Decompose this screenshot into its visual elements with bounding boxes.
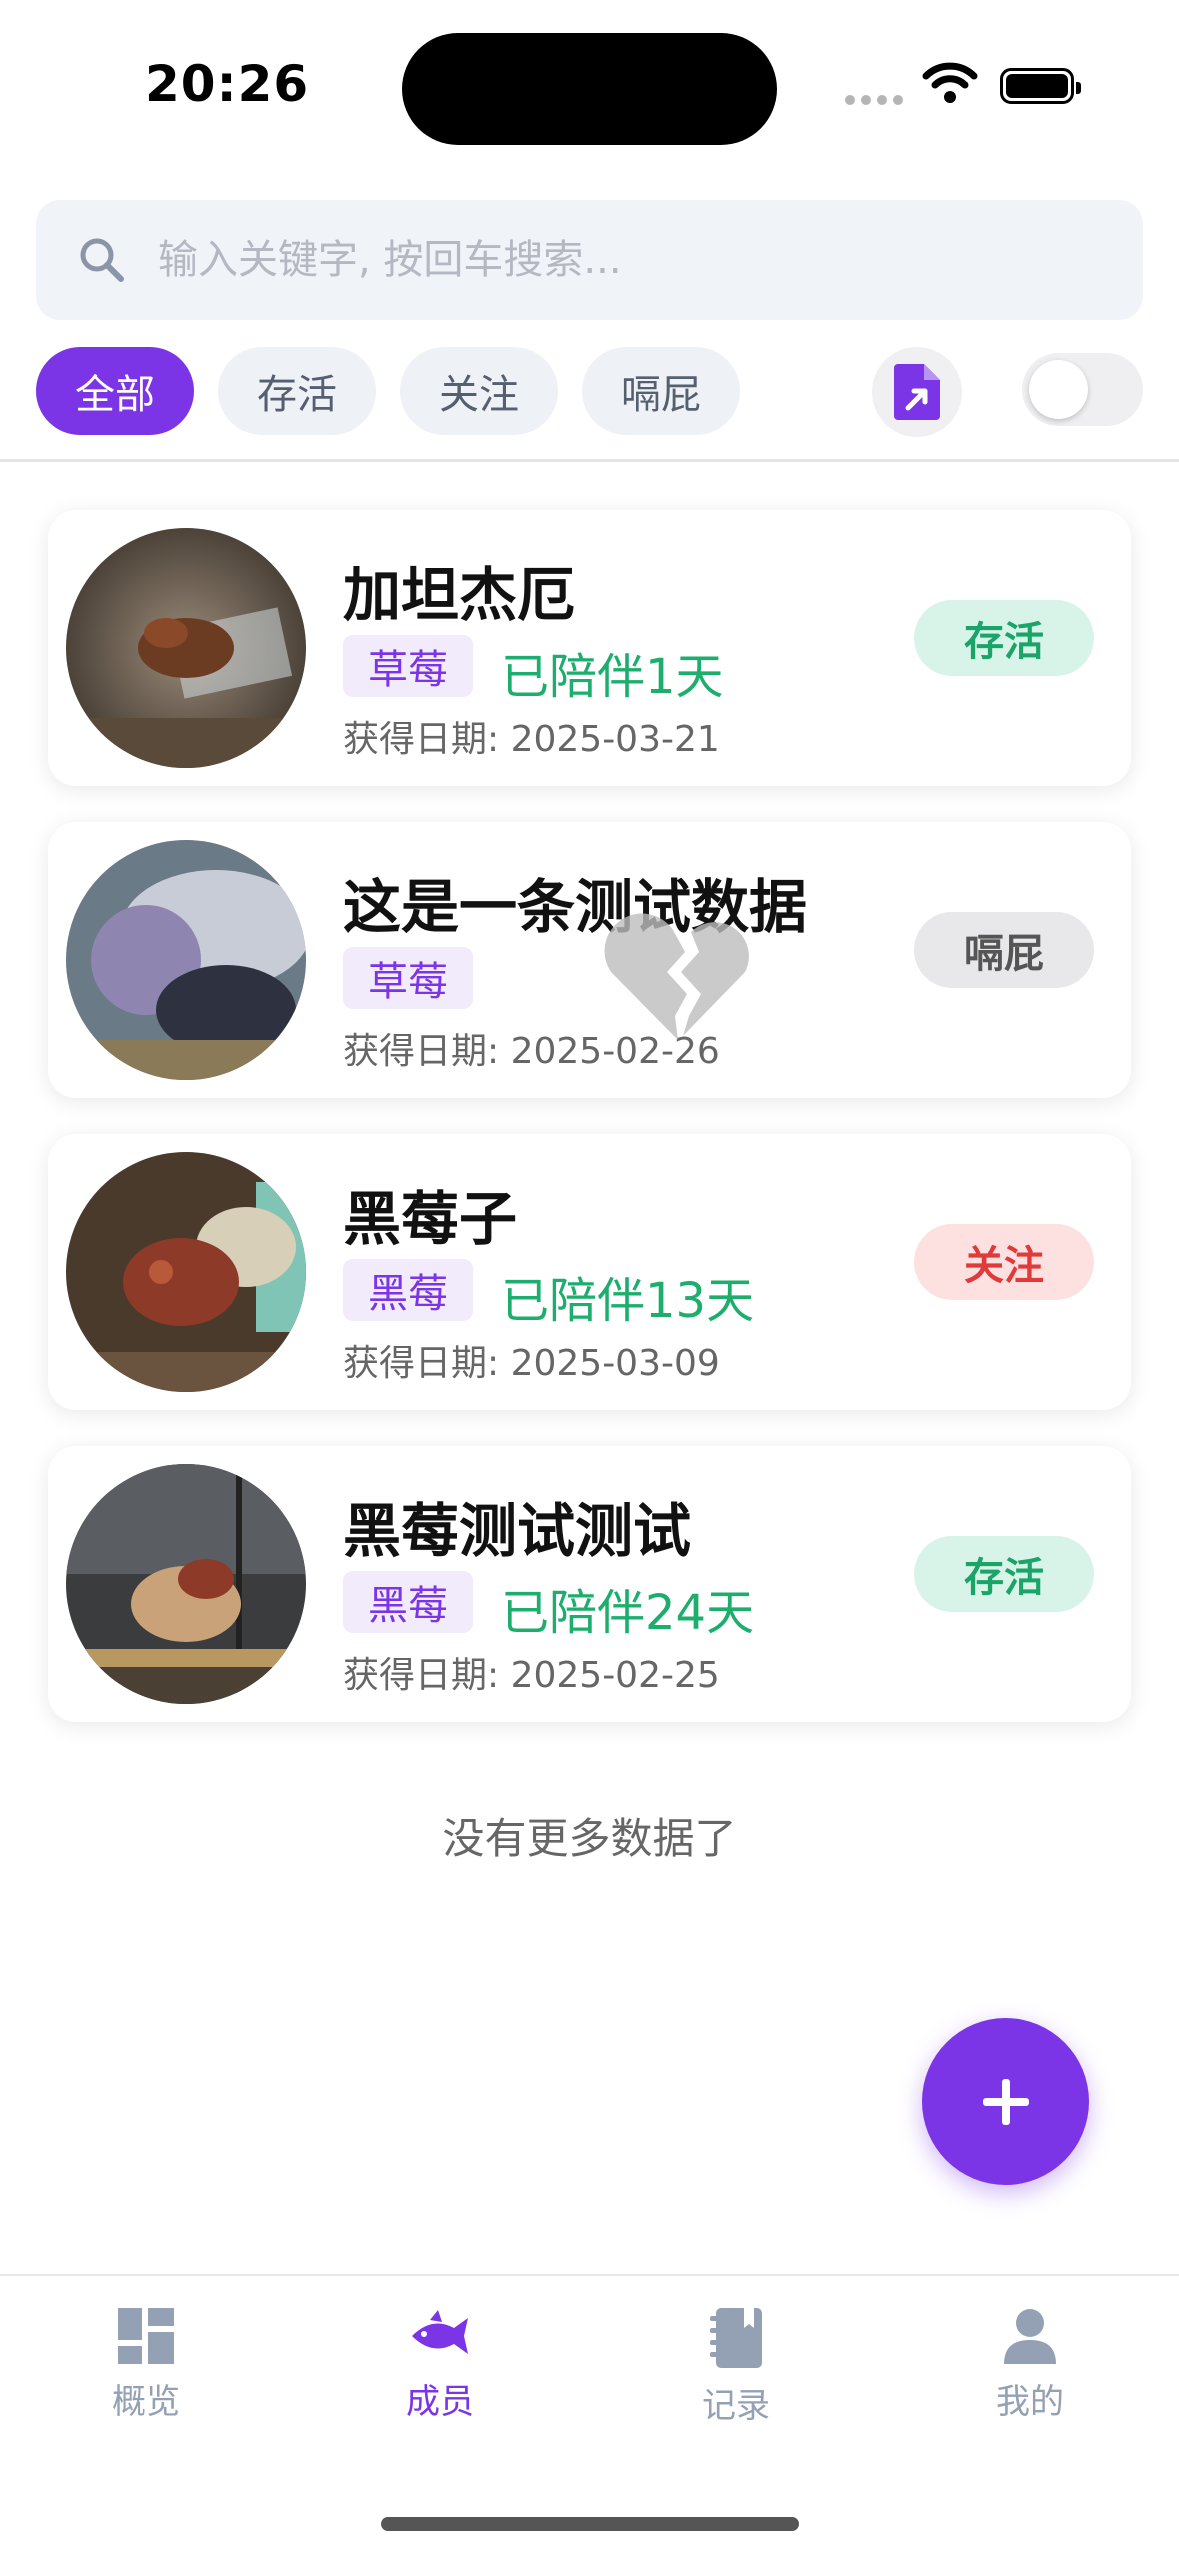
filter-chip-watch[interactable]: 关注: [400, 347, 558, 435]
status-badge: 存活: [914, 600, 1094, 676]
export-file-icon: [894, 364, 940, 420]
member-card[interactable]: 加坦杰厄 草莓 已陪伴1天 获得日期: 2025-03-21 存活: [48, 510, 1131, 786]
species-tag: 黑莓: [343, 1571, 473, 1633]
member-card[interactable]: 黑莓测试测试 黑莓 已陪伴24天 获得日期: 2025-02-25 存活: [48, 1446, 1131, 1722]
tab-label: 概览: [112, 2382, 180, 2422]
search-icon: [80, 238, 124, 282]
days-together: 已陪伴13天: [501, 1273, 755, 1329]
tab-mine[interactable]: 我的: [930, 2308, 1130, 2423]
filter-chip-all[interactable]: 全部: [36, 347, 194, 435]
days-together: 已陪伴1天: [501, 649, 724, 705]
acquired-date: 获得日期: 2025-02-25: [343, 1655, 720, 1696]
search-input[interactable]: [158, 237, 1058, 283]
acquired-date: 获得日期: 2025-03-21: [343, 719, 720, 760]
status-time: 20:26: [145, 55, 310, 113]
member-name: 黑莓测试测试: [343, 1497, 692, 1565]
plus-icon: [982, 2078, 1029, 2125]
bottom-tab-bar: 概览 成员 记录 我的: [0, 2274, 1179, 2556]
person-icon: [1004, 2309, 1056, 2364]
view-toggle-switch[interactable]: [1022, 353, 1143, 426]
tab-label: 我的: [996, 2382, 1064, 2422]
search-bar[interactable]: [36, 200, 1143, 320]
fish-icon: [412, 2310, 468, 2354]
battery-icon: [1000, 68, 1081, 104]
tab-records[interactable]: 记录: [636, 2308, 836, 2427]
member-name: 黑莓子: [343, 1185, 518, 1253]
dashboard-icon: [118, 2308, 174, 2364]
species-tag: 草莓: [343, 947, 473, 1009]
member-card[interactable]: 黑莓子 黑莓 已陪伴13天 获得日期: 2025-03-09 关注: [48, 1134, 1131, 1410]
tab-overview[interactable]: 概览: [46, 2308, 246, 2423]
status-badge: 存活: [914, 1536, 1094, 1612]
filter-chip-dead[interactable]: 嗝屁: [582, 347, 740, 435]
status-badge: 嗝屁: [914, 912, 1094, 988]
tab-members[interactable]: 成员: [340, 2308, 540, 2423]
species-tag: 黑莓: [343, 1259, 473, 1321]
member-avatar: [66, 1464, 306, 1704]
no-more-data-text: 没有更多数据了: [442, 1814, 737, 1863]
divider: [0, 459, 1179, 462]
member-avatar: [66, 840, 306, 1080]
home-indicator: [381, 2517, 799, 2531]
export-button[interactable]: [872, 347, 962, 437]
member-name: 加坦杰厄: [343, 561, 576, 629]
filter-chip-alive[interactable]: 存活: [218, 347, 376, 435]
member-card[interactable]: 这是一条测试数据 草莓 获得日期: 2025-02-26 嗝屁: [48, 822, 1131, 1098]
wifi-icon: [922, 62, 978, 103]
tab-label: 成员: [406, 2382, 474, 2422]
species-tag: 草莓: [343, 635, 473, 697]
acquired-date: 获得日期: 2025-03-09: [343, 1343, 720, 1384]
notebook-icon: [710, 2308, 762, 2368]
member-avatar: [66, 528, 306, 768]
tab-label: 记录: [702, 2386, 770, 2426]
dynamic-island: [402, 33, 777, 145]
member-avatar: [66, 1152, 306, 1392]
add-member-button[interactable]: [922, 2018, 1089, 2185]
days-together: 已陪伴24天: [501, 1585, 755, 1641]
cellular-signal-icon: [845, 95, 903, 105]
status-badge: 关注: [914, 1224, 1094, 1300]
broken-heart-icon: [604, 913, 749, 1040]
